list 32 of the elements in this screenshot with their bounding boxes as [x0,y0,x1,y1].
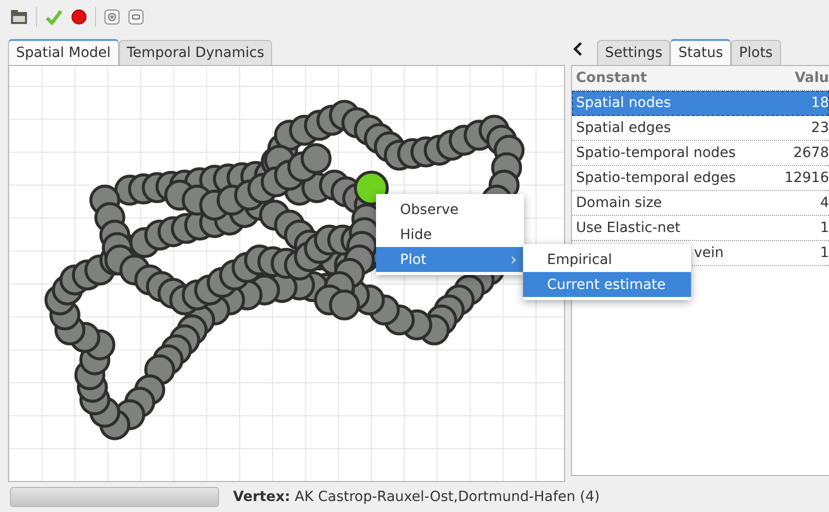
menu-item[interactable]: Plot [376,247,524,272]
back-icon[interactable] [573,41,583,57]
table-cell: 1 [820,220,829,236]
menu-item[interactable]: Observe [376,197,524,222]
table-cell: Spatial nodes [576,95,671,111]
zoom-in-icon[interactable] [104,9,120,25]
zoom-out-icon[interactable] [128,9,144,25]
check-icon[interactable] [45,9,63,25]
table-cell: 4 [820,195,829,211]
table-cell: 12916 [784,170,829,186]
table-cell: 1 [820,245,829,261]
tab[interactable]: Temporal Dynamics [118,40,272,65]
column-header: Constant [576,70,647,86]
table-cell: 18 [811,95,829,111]
table-cell: Domain size [576,195,662,211]
menu-item[interactable]: Current estimate [523,272,691,297]
tab[interactable]: Spatial Model [8,39,119,65]
vertex-label: Vertex: AK Castrop-Rauxel-Ost,Dortmund-Hafen (4) [233,489,600,505]
tab[interactable]: Status [670,39,732,65]
table-row[interactable]: Spatial nodes 18 [572,91,829,116]
column-header: Valu [794,70,829,86]
table-cell: Spatio-temporal edges [576,170,736,186]
table-cell: 23 [811,120,829,136]
tab[interactable]: Settings [597,40,670,65]
table-cell: Use Elastic-net [576,220,680,236]
table-cell: 2678 [793,145,829,161]
menu-item[interactable]: Hide [376,222,524,247]
record-icon[interactable] [71,9,87,25]
folder-icon[interactable] [10,9,28,25]
table-cell: Spatio-temporal nodes [576,145,736,161]
table-cell: Spatial edges [576,120,671,136]
tab[interactable]: Plots [731,40,781,65]
